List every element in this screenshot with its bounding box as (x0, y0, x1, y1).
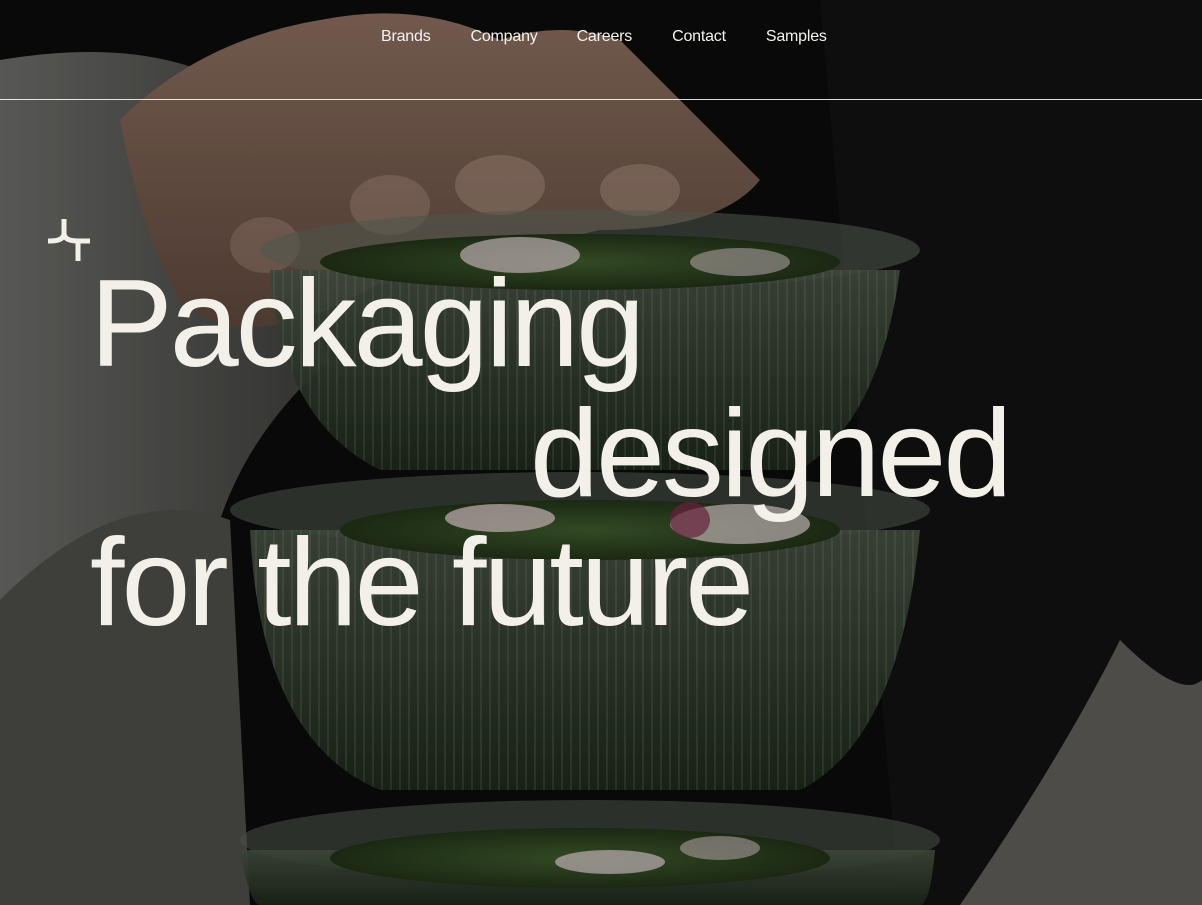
nav-link-company[interactable]: Company (471, 28, 538, 46)
top-navigation: Brands Company Careers Contact Samples (0, 0, 1202, 100)
nav-link-careers[interactable]: Careers (577, 28, 633, 46)
logo-mark-icon (48, 219, 90, 261)
headline-line-1: Packaging (90, 255, 645, 393)
headline-line-2: designed (530, 385, 1012, 523)
nav-link-contact[interactable]: Contact (672, 28, 726, 46)
nav-link-brands[interactable]: Brands (381, 28, 431, 46)
main-nav: Brands Company Careers Contact Samples (381, 28, 827, 46)
headline-line-3: for the future (90, 514, 754, 652)
nav-link-samples[interactable]: Samples (766, 28, 827, 46)
hero-section: Brands Company Careers Contact Samples P… (0, 0, 1202, 905)
